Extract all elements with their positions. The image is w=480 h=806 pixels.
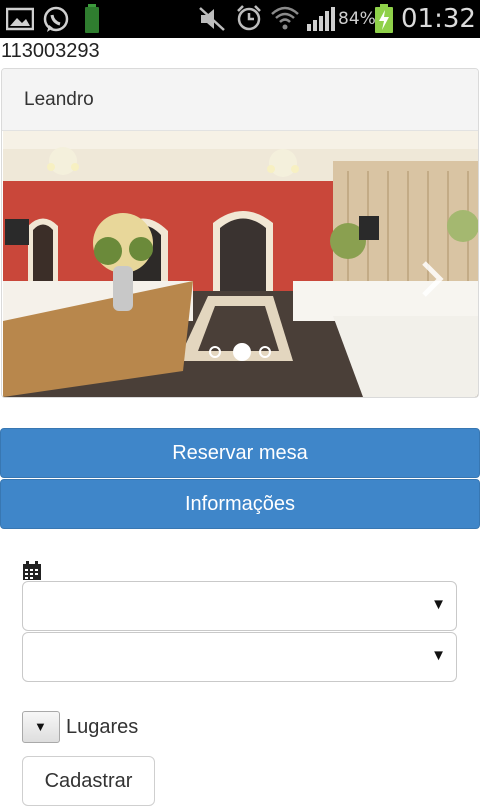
places-select[interactable]: ▼ bbox=[22, 711, 60, 743]
dropdown-arrow-icon: ▼ bbox=[431, 596, 446, 613]
battery-percent: 84% bbox=[338, 9, 376, 29]
signal-icon bbox=[306, 6, 336, 37]
chevron-right-icon[interactable] bbox=[419, 259, 445, 299]
dropdown-arrow-icon: ▼ bbox=[34, 719, 47, 734]
calendar-icon bbox=[23, 561, 41, 580]
carousel-dot-3[interactable] bbox=[259, 346, 271, 358]
photo-carousel[interactable] bbox=[3, 131, 478, 397]
reserve-table-button[interactable]: Reservar mesa bbox=[0, 428, 480, 478]
battery-charging-icon bbox=[374, 4, 394, 39]
page-id-text: 113003293 bbox=[1, 40, 100, 62]
dropdown-arrow-icon: ▼ bbox=[431, 647, 446, 664]
carousel-dot-2[interactable] bbox=[233, 343, 251, 361]
panel-header: Leandro bbox=[2, 69, 478, 131]
whatsapp-icon bbox=[41, 5, 71, 40]
panel-title: Leandro bbox=[24, 89, 94, 110]
mute-icon bbox=[198, 6, 226, 37]
info-button[interactable]: Informações bbox=[0, 479, 480, 529]
gallery-icon bbox=[5, 7, 35, 36]
places-label: Lugares bbox=[66, 716, 139, 738]
submit-button[interactable]: Cadastrar bbox=[22, 756, 155, 806]
status-bar: 84% 01:32 bbox=[0, 0, 480, 38]
time-select[interactable]: ▼ bbox=[22, 632, 457, 682]
carousel-indicators bbox=[209, 343, 279, 363]
clock: 01:32 bbox=[401, 4, 476, 34]
wifi-icon bbox=[270, 5, 300, 36]
battery-notification-icon bbox=[84, 4, 100, 39]
date-select[interactable]: ▼ bbox=[22, 581, 457, 631]
carousel-dot-1[interactable] bbox=[209, 346, 221, 358]
alarm-icon bbox=[235, 4, 263, 37]
restaurant-panel: Leandro bbox=[1, 68, 479, 398]
